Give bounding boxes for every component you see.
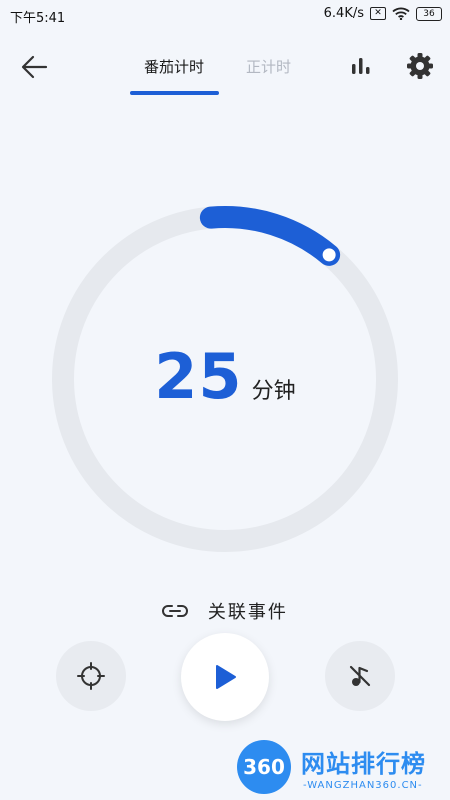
link-icon [162,605,189,617]
music-off-icon [349,665,371,687]
timer-value: 25 [154,340,243,413]
network-speed: 6.4K/s [323,6,364,21]
dial-handle [319,245,339,265]
focus-mode-button[interactable] [56,641,126,711]
timer-unit: 分钟 [251,379,296,404]
bar-chart-icon [352,58,370,74]
statistics-button[interactable] [346,52,376,82]
back-button[interactable] [18,50,52,84]
link-event-label: 关联事件 [207,602,288,623]
play-icon [216,665,236,689]
status-time: 下午5:41 [10,11,66,26]
active-tab-indicator [130,91,219,95]
tab-stopwatch[interactable]: 正计时 [246,56,291,77]
wifi-icon [392,7,410,20]
no-sim-icon: ✕ [370,7,386,20]
watermark-badge: 360 [237,740,291,794]
dial-progress-arc [199,206,341,266]
background-music-button[interactable] [325,641,395,711]
timer-readout: 25 分钟 [0,340,450,413]
watermark-title: 网站排行榜 [301,750,426,778]
watermark-subtitle: -WANGZHAN360.CN- [303,780,423,791]
gear-icon [407,53,433,79]
status-bar: 下午5:41 6.4K/s ✕ 36 [0,0,450,30]
play-button[interactable] [181,633,269,721]
watermark: 360 网站排行榜 -WANGZHAN360.CN- [237,740,447,798]
status-right: 6.4K/s ✕ 36 [324,6,442,21]
tab-pomodoro[interactable]: 番茄计时 [144,56,204,77]
crosshair-icon [77,662,105,690]
top-bar: 番茄计时 正计时 [0,40,450,96]
back-arrow-icon [21,55,48,79]
link-event-button[interactable]: 关联事件 [0,598,450,624]
settings-button[interactable] [404,50,436,82]
battery-icon: 36 [416,6,442,21]
